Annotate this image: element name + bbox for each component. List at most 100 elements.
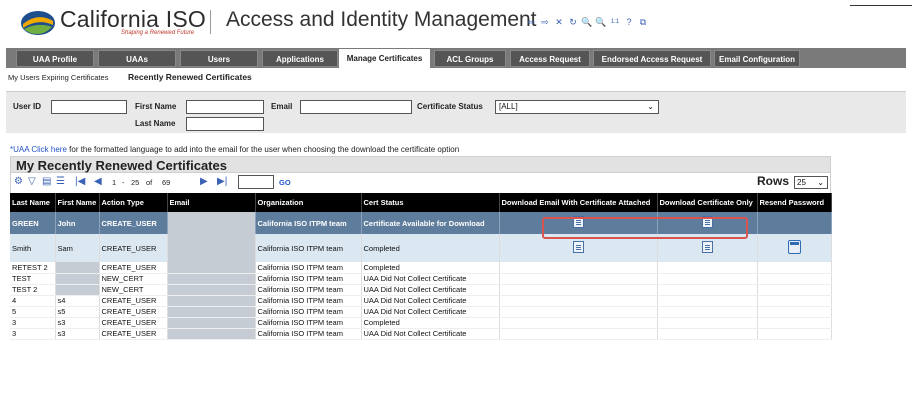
cell-first-name: s3 — [55, 317, 100, 329]
page-number-input[interactable] — [238, 175, 274, 189]
forward-icon[interactable]: ⇨ — [539, 16, 551, 28]
cell-first-name: s4 — [55, 295, 100, 307]
cell-last-name: RETEST 2 — [10, 262, 56, 274]
chevron-down-icon: ⌄ — [817, 178, 824, 187]
sort-icon[interactable]: ☰ — [56, 176, 65, 187]
last-name-input[interactable] — [186, 117, 264, 131]
table-row[interactable]: TEST NEW_CERT California ISO ITPM team U… — [10, 273, 832, 285]
cell-organization: California ISO ITPM team — [255, 212, 362, 234]
col-download-email[interactable]: Download Email With Certificate Attached — [499, 193, 658, 212]
rows-label: Rows — [757, 174, 790, 188]
rows-per-page-select[interactable]: 25 ⌄ — [794, 176, 828, 189]
table-row[interactable]: 4 s4 CREATE_USER California ISO ITPM tea… — [10, 295, 832, 307]
cert-status-select[interactable]: [ALL] ⌄ — [495, 100, 659, 114]
cert-status-value: [ALL] — [499, 102, 518, 111]
cell-first-name-redacted — [55, 262, 100, 274]
logo-title: California ISO — [60, 6, 206, 32]
settings-icon[interactable]: ⚙ — [14, 176, 23, 187]
cell-action-type: CREATE_USER — [99, 328, 168, 340]
certificates-table: Last Name First Name Action Type Email O… — [10, 193, 832, 340]
cell-last-name: 3 — [10, 328, 56, 340]
first-page-icon[interactable]: |◀ — [75, 176, 85, 187]
tab-uaas[interactable]: UAAs — [98, 50, 176, 67]
page-dash: - — [122, 178, 125, 187]
prev-page-icon[interactable]: ◀ — [94, 176, 102, 187]
table-row[interactable]: Smith Sam CREATE_USER California ISO ITP… — [10, 234, 832, 262]
subnav-recently-renewed[interactable]: Recently Renewed Certificates — [128, 72, 252, 82]
filter-icon[interactable]: ▽ — [28, 176, 36, 187]
table-row[interactable]: GREEN John CREATE_USER California ISO IT… — [10, 212, 832, 234]
cell-organization: California ISO ITPM team — [255, 295, 362, 307]
col-action-type[interactable]: Action Type — [99, 193, 168, 212]
resend-password-icon[interactable] — [787, 240, 801, 254]
cell-email-redacted — [167, 234, 256, 262]
table-row[interactable]: RETEST 2 CREATE_USER California ISO ITPM… — [10, 262, 832, 274]
click-here-link[interactable]: *UAA Click here — [10, 145, 67, 154]
back-icon[interactable]: ⇦ — [525, 16, 537, 28]
col-organization[interactable]: Organization — [255, 193, 362, 212]
download-email-icon[interactable] — [572, 241, 584, 253]
download-certificate-icon[interactable] — [701, 241, 713, 253]
export-icon[interactable]: ▤ — [42, 176, 51, 187]
popout-icon[interactable]: ⧉ — [637, 16, 649, 28]
zoom-out-icon[interactable]: 🔍 — [595, 16, 607, 28]
col-first-name[interactable]: First Name — [55, 193, 100, 212]
last-page-icon[interactable]: ▶| — [217, 176, 227, 187]
subnav-expiring-certificates[interactable]: My Users Expiring Certificates — [8, 73, 108, 82]
help-icon[interactable]: ? — [623, 16, 635, 28]
go-button[interactable]: GO — [279, 178, 291, 187]
col-email[interactable]: Email — [167, 193, 256, 212]
grid-toolbar: ⚙ ▽ ▤ ☰ |◀ ◀ 1 - 25 of 69 ▶ ▶| GO Rows 2… — [10, 173, 831, 193]
table-row[interactable]: TEST 2 NEW_CERT California ISO ITPM team… — [10, 284, 832, 296]
cell-email-redacted — [167, 284, 256, 296]
zoom-in-icon[interactable]: 🔍 — [581, 16, 593, 28]
cell-cert-status: UAA Did Not Collect Certificate — [361, 328, 500, 340]
table-row[interactable]: 5 s5 CREATE_USER California ISO ITPM tea… — [10, 306, 832, 318]
col-cert-status[interactable]: Cert Status — [361, 193, 500, 212]
cell-first-name: Sam — [55, 234, 100, 262]
user-id-input[interactable] — [51, 100, 127, 114]
tab-manage-certificates[interactable]: Manage Certificates — [339, 49, 430, 68]
col-last-name[interactable]: Last Name — [10, 193, 56, 212]
tab-uaa-profile[interactable]: UAA Profile — [16, 50, 94, 67]
cell-action-type: CREATE_USER — [99, 234, 168, 262]
sub-nav: My Users Expiring Certificates Recently … — [8, 72, 252, 82]
cell-first-name: John — [55, 212, 100, 234]
close-icon[interactable]: ✕ — [553, 16, 565, 28]
tab-acl-groups[interactable]: ACL Groups — [434, 50, 506, 67]
tab-email-configuration[interactable]: Email Configuration — [714, 50, 800, 67]
col-resend-password[interactable]: Resend Password — [757, 193, 832, 212]
tab-applications[interactable]: Applications — [262, 50, 338, 67]
cell-email-redacted — [167, 262, 256, 274]
cell-last-name: 5 — [10, 306, 56, 318]
tab-endorsed-access-request[interactable]: Endorsed Access Request — [593, 50, 711, 67]
tab-access-request[interactable]: Access Request — [510, 50, 590, 67]
download-certificate-icon[interactable] — [701, 216, 713, 228]
page-first: 1 — [112, 178, 117, 187]
col-download-cert[interactable]: Download Certificate Only — [657, 193, 758, 212]
search-panel: User ID First Name Last Name Email Certi… — [6, 91, 906, 133]
page-of: of — [146, 178, 153, 187]
cell-organization: California ISO ITPM team — [255, 317, 362, 329]
actual-size-icon[interactable]: 1:1 — [609, 16, 621, 28]
email-input[interactable] — [300, 100, 412, 114]
refresh-icon[interactable]: ↻ — [567, 16, 579, 28]
cell-download-email — [499, 212, 658, 234]
download-email-icon[interactable] — [572, 216, 584, 228]
last-name-label: Last Name — [135, 119, 176, 128]
next-page-icon[interactable]: ▶ — [200, 176, 208, 187]
first-name-input[interactable] — [186, 100, 264, 114]
cell-organization: California ISO ITPM team — [255, 284, 362, 296]
cell-email-redacted — [167, 273, 256, 285]
cell-first-name: s5 — [55, 306, 100, 318]
table-row[interactable]: 3 s3 CREATE_USER California ISO ITPM tea… — [10, 328, 832, 340]
cell-action-type: CREATE_USER — [99, 317, 168, 329]
cell-download-cert — [657, 212, 758, 234]
cell-last-name: TEST 2 — [10, 284, 56, 296]
email-label: Email — [271, 102, 293, 111]
chevron-down-icon: ⌄ — [647, 102, 654, 111]
table-row[interactable]: 3 s3 CREATE_USER California ISO ITPM tea… — [10, 317, 832, 329]
tab-users[interactable]: Users — [180, 50, 258, 67]
cell-organization: California ISO ITPM team — [255, 273, 362, 285]
cell-organization: California ISO ITPM team — [255, 234, 362, 262]
